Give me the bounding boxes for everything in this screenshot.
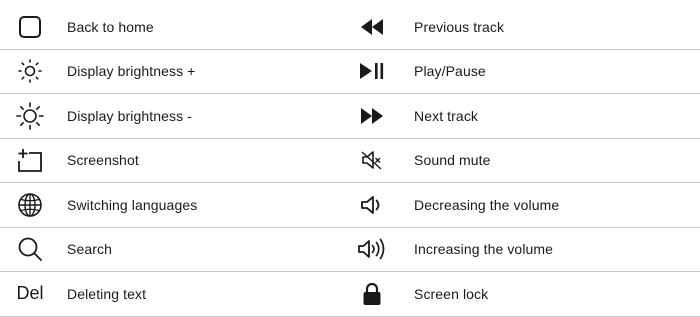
shortcut-label: Decreasing the volume	[414, 196, 560, 213]
screenshot-icon	[8, 147, 52, 173]
shortcut-table: Back to home Previous track Display brig…	[0, 5, 700, 317]
next-track-icon	[350, 107, 394, 124]
previous-track-icon	[350, 18, 394, 35]
shortcut-label: Play/Pause	[414, 63, 486, 80]
shortcut-label: Display brightness -	[67, 107, 192, 124]
volume-down-icon	[350, 195, 394, 215]
shortcut-row-sound-mute: Sound mute	[350, 139, 700, 183]
shortcut-label: Search	[67, 241, 112, 258]
search-icon	[8, 236, 52, 262]
shortcut-label: Sound mute	[414, 152, 491, 169]
shortcut-label: Back to home	[67, 18, 154, 35]
shortcut-row-screen-lock: Screen lock	[350, 272, 700, 317]
shortcut-row-delete: Del Deleting text	[0, 272, 350, 317]
mute-icon	[350, 150, 394, 170]
shortcut-row-volume-up: Increasing the volume	[350, 228, 700, 272]
globe-icon	[8, 192, 52, 218]
shortcut-label: Increasing the volume	[414, 241, 554, 258]
shortcut-row-search: Search	[0, 228, 350, 272]
shortcut-row-back-home: Back to home	[0, 5, 350, 50]
shortcut-row-brightness-up: Display brightness +	[0, 50, 350, 94]
shortcut-row-previous-track: Previous track	[350, 5, 700, 50]
lock-icon	[350, 282, 394, 306]
shortcut-row-play-pause: Play/Pause	[350, 50, 700, 94]
del-key-icon: Del	[8, 283, 52, 304]
shortcut-label: Deleting text	[67, 285, 147, 302]
shortcut-label: Screen lock	[414, 285, 489, 302]
shortcut-row-next-track: Next track	[350, 94, 700, 139]
shortcut-label: Screenshot	[67, 152, 139, 169]
shortcut-row-switch-language: Switching languages	[0, 183, 350, 228]
shortcut-label: Next track	[414, 107, 479, 124]
shortcut-label: Switching languages	[67, 196, 198, 213]
brightness-down-icon	[8, 101, 52, 130]
del-key-text: Del	[16, 283, 44, 304]
square-outline-icon	[8, 15, 52, 39]
volume-up-icon	[350, 238, 394, 260]
brightness-up-icon	[8, 58, 52, 84]
play-pause-icon	[350, 62, 394, 80]
shortcut-row-volume-down: Decreasing the volume	[350, 183, 700, 228]
shortcut-label: Previous track	[414, 18, 505, 35]
shortcut-row-brightness-down: Display brightness -	[0, 94, 350, 139]
shortcut-row-screenshot: Screenshot	[0, 139, 350, 183]
shortcut-label: Display brightness +	[67, 63, 196, 80]
